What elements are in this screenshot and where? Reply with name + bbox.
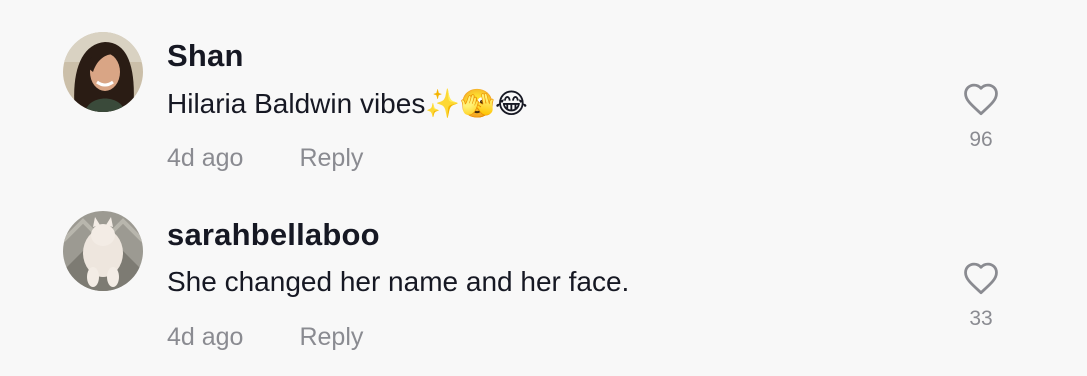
like-count: 33	[969, 307, 993, 330]
like-button[interactable]: 96	[955, 82, 1007, 152]
heart-outline-icon[interactable]	[962, 261, 1000, 295]
comment-timestamp: 4d ago	[167, 323, 244, 351]
like-button[interactable]: 33	[955, 261, 1007, 331]
avatar[interactable]	[63, 32, 143, 112]
reply-button[interactable]: Reply	[299, 323, 363, 352]
comment-text: Hilaria Baldwin vibes✨🫣😂	[167, 88, 528, 119]
comment-item: sarahbellaboo She changed her name and h…	[0, 180, 1087, 360]
reply-button[interactable]: Reply	[299, 144, 363, 173]
comment-username[interactable]: Shan	[167, 38, 244, 74]
like-count: 96	[969, 128, 993, 151]
comment-item: Shan Hilaria Baldwin vibes✨🫣😂 4d ago Rep…	[0, 0, 1087, 180]
comment-timestamp: 4d ago	[167, 144, 244, 172]
comment-meta: 4d ago Reply	[167, 323, 363, 352]
comment-username[interactable]: sarahbellaboo	[167, 217, 380, 253]
avatar[interactable]	[63, 211, 143, 291]
heart-outline-icon[interactable]	[962, 82, 1000, 116]
comment-text: She changed her name and her face.	[167, 266, 630, 297]
comment-meta: 4d ago Reply	[167, 144, 363, 173]
